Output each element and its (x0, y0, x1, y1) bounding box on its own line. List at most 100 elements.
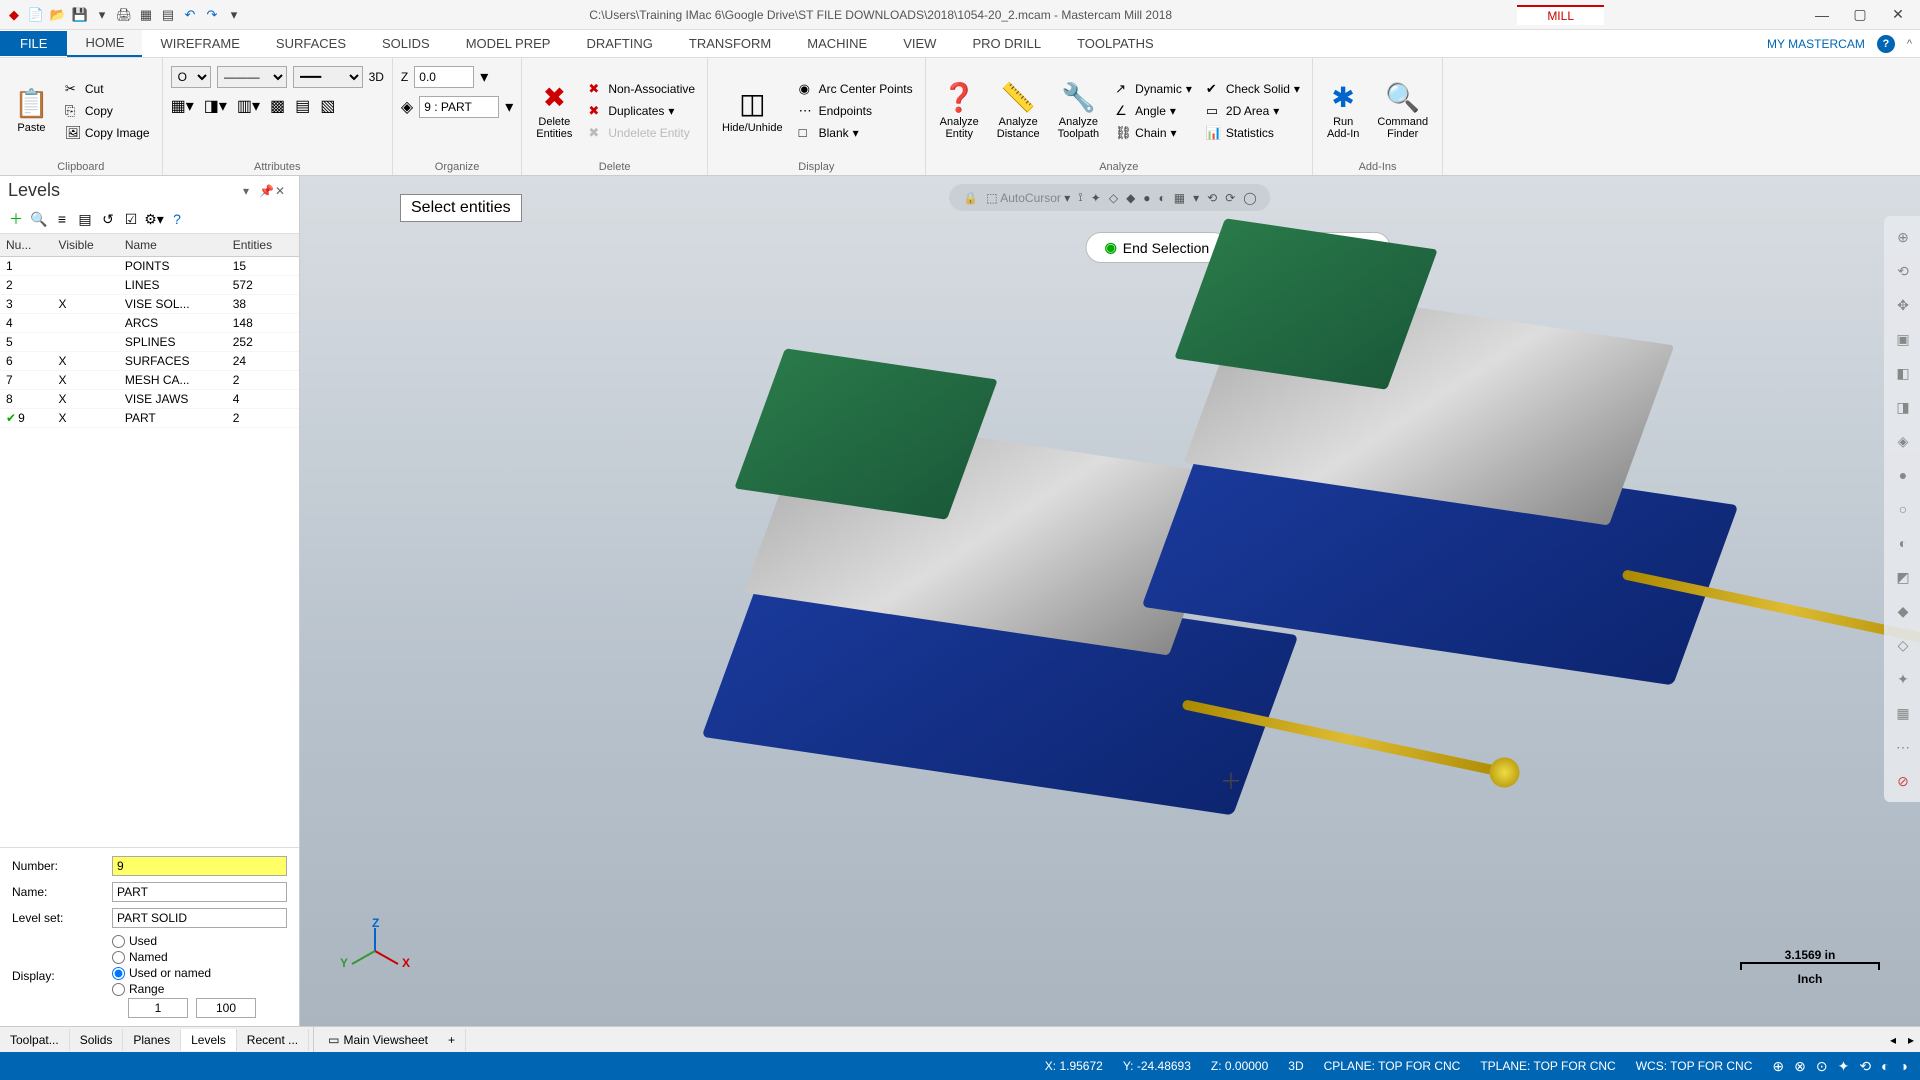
table-row[interactable]: 2LINES572 (0, 276, 299, 295)
col-visible[interactable]: Visible (53, 234, 119, 257)
table-row[interactable]: 8XVISE JAWS4 (0, 390, 299, 409)
qat-more-icon[interactable]: ▾ (224, 5, 244, 25)
levels-reset-icon[interactable]: ↺ (98, 209, 118, 229)
save-icon[interactable]: 💾 (70, 5, 90, 25)
rtool-section-icon[interactable]: ◩ (1888, 562, 1918, 592)
range-to-input[interactable] (196, 998, 256, 1018)
tab-wireframe[interactable]: WIREFRAME (142, 31, 257, 56)
duplicates-button[interactable]: ✖Duplicates▾ (584, 101, 699, 121)
sel-tool-8[interactable]: ▾ (1193, 191, 1199, 205)
check-solid-button[interactable]: ✔Check Solid▾ (1202, 79, 1304, 99)
status-mode[interactable]: 3D (1288, 1059, 1303, 1073)
attr-btn-2[interactable]: ◨▾ (204, 96, 227, 116)
sel-tool-1[interactable]: ⟟ (1078, 190, 1082, 205)
rtool-shade-icon[interactable]: ● (1888, 460, 1918, 490)
radio-used-or-named[interactable]: Used or named (112, 966, 287, 980)
level-dropdown-icon[interactable]: ▾ (505, 97, 513, 117)
tab-transform[interactable]: TRANSFORM (671, 31, 789, 56)
statistics-button[interactable]: 📊Statistics (1202, 123, 1304, 143)
tab-toolpaths[interactable]: TOOLPATHS (1059, 31, 1172, 56)
rtool-hidden-icon[interactable]: ◐ (1888, 528, 1918, 558)
table-row[interactable]: 1POINTS15 (0, 257, 299, 276)
paste-button[interactable]: 📋 Paste (8, 83, 55, 138)
btab-toolpaths[interactable]: Toolpat... (0, 1029, 70, 1051)
command-finder-button[interactable]: 🔍Command Finder (1371, 77, 1434, 144)
levels-add-icon[interactable]: ＋ (6, 209, 26, 229)
col-num[interactable]: Nu... (0, 234, 53, 257)
add-viewsheet-button[interactable]: + (438, 1029, 466, 1051)
levels-checklist-icon[interactable]: ☑ (121, 209, 141, 229)
area-2d-button[interactable]: ▭2D Area▾ (1202, 101, 1304, 121)
axis-gizmo[interactable]: Z X Y (340, 916, 410, 986)
btab-levels[interactable]: Levels (181, 1029, 237, 1051)
redo-icon[interactable]: ↷ (202, 5, 222, 25)
rtool-front-icon[interactable]: ◧ (1888, 358, 1918, 388)
status-icon-5[interactable]: ⟲ (1859, 1058, 1871, 1075)
table-row[interactable]: 9XPART2 (0, 409, 299, 428)
analyze-entity-button[interactable]: ❓Analyze Entity (934, 77, 985, 144)
tab-drafting[interactable]: DRAFTING (568, 31, 670, 56)
status-icon-1[interactable]: ⊕ (1772, 1058, 1784, 1075)
table-row[interactable]: 5SPLINES252 (0, 333, 299, 352)
status-icon-7[interactable]: ◑ (1900, 1058, 1908, 1075)
line-width-select[interactable]: ━━━ (293, 66, 363, 88)
levels-showall-icon[interactable]: ≡ (52, 209, 72, 229)
sel-tool-6[interactable]: ◐ (1159, 191, 1166, 205)
status-icon-2[interactable]: ⊗ (1794, 1058, 1806, 1075)
sel-tool-10[interactable]: ⟳ (1225, 191, 1235, 205)
level-icon[interactable]: ◈ (401, 97, 413, 117)
status-cplane[interactable]: CPLANE: TOP FOR CNC (1324, 1059, 1461, 1073)
cut-button[interactable]: ✂Cut (61, 79, 154, 99)
rtool-gnomon-icon[interactable]: ✦ (1888, 664, 1918, 694)
tab-file[interactable]: FILE (0, 31, 67, 56)
levelset-input[interactable] (112, 908, 287, 928)
angle-button[interactable]: ∠Angle▾ (1111, 101, 1196, 121)
endpoints-button[interactable]: ⋯Endpoints (795, 101, 917, 121)
sel-tool-3[interactable]: ◇ (1109, 191, 1118, 205)
non-assoc-button[interactable]: ✖Non-Associative (584, 79, 699, 99)
rtool-zoom-fit-icon[interactable]: ⊕ (1888, 222, 1918, 252)
attr-btn-1[interactable]: ▦▾ (171, 96, 194, 116)
status-wcs[interactable]: WCS: TOP FOR CNC (1636, 1059, 1753, 1073)
main-viewsheet-tab[interactable]: ▭Main Viewsheet (318, 1029, 438, 1051)
run-addin-button[interactable]: ✱Run Add-In (1321, 77, 1365, 144)
levels-hideall-icon[interactable]: ▤ (75, 209, 95, 229)
btab-solids[interactable]: Solids (70, 1029, 124, 1051)
rtool-more-icon[interactable]: ⋯ (1888, 732, 1918, 762)
col-name[interactable]: Name (119, 234, 227, 257)
minimize-icon[interactable]: — (1804, 3, 1840, 27)
sel-tool-2[interactable]: ✦ (1091, 191, 1101, 205)
ribbon-collapse-icon[interactable]: ^ (1907, 38, 1912, 50)
close-icon[interactable]: ✕ (1880, 3, 1916, 27)
chain-button[interactable]: ⛓Chain▾ (1111, 123, 1196, 143)
print-icon[interactable]: 🖨 (114, 5, 134, 25)
btab-recent[interactable]: Recent ... (237, 1029, 309, 1051)
qat-icon-b[interactable]: ▤ (158, 5, 178, 25)
panel-dropdown-icon[interactable]: ▾ (243, 184, 259, 198)
rtool-wire-icon[interactable]: ○ (1888, 494, 1918, 524)
attr-btn-6[interactable]: ▧ (320, 96, 335, 116)
open-icon[interactable]: 📂 (48, 5, 68, 25)
radio-named[interactable]: Named (112, 950, 287, 964)
tab-solids[interactable]: SOLIDS (364, 31, 448, 56)
name-input[interactable] (112, 882, 287, 902)
rtool-grid-icon[interactable]: ▦ (1888, 698, 1918, 728)
status-icon-3[interactable]: ⊙ (1816, 1058, 1828, 1075)
tab-surfaces[interactable]: SURFACES (258, 31, 364, 56)
rtool-iso-icon[interactable]: ◈ (1888, 426, 1918, 456)
undo-icon[interactable]: ↶ (180, 5, 200, 25)
sel-tool-7[interactable]: ▦ (1174, 191, 1185, 205)
btab-planes[interactable]: Planes (123, 1029, 181, 1051)
my-mastercam-link[interactable]: MY MASTERCAM (1767, 37, 1865, 51)
rtool-trans-icon[interactable]: ◇ (1888, 630, 1918, 660)
level-input[interactable] (419, 96, 499, 118)
delete-entities-button[interactable]: ✖ Delete Entities (530, 77, 578, 144)
help-icon[interactable]: ? (1877, 35, 1895, 53)
z-dropdown-icon[interactable]: ▾ (480, 67, 488, 87)
attr-btn-4[interactable]: ▩ (270, 96, 285, 116)
autocursor-button[interactable]: ⬚ AutoCursor ▾ (986, 191, 1070, 205)
mode-3d-label[interactable]: 3D (369, 70, 384, 84)
tab-view[interactable]: VIEW (885, 31, 954, 56)
lock-icon[interactable]: 🔒 (963, 191, 978, 205)
table-row[interactable]: 7XMESH CA...2 (0, 371, 299, 390)
